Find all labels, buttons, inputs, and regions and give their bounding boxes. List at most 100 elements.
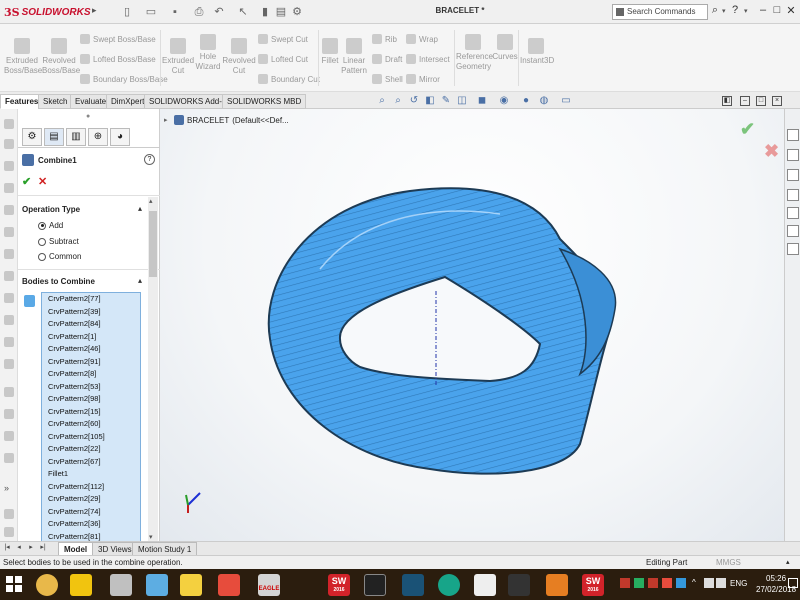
strip-tool-icon[interactable] bbox=[4, 387, 14, 397]
section-view-icon[interactable]: ◧ bbox=[424, 95, 436, 107]
tree-expand-icon[interactable]: ▸ bbox=[164, 116, 168, 124]
strip-tool-icon[interactable] bbox=[4, 271, 14, 281]
solidworks-resources-icon[interactable] bbox=[787, 129, 799, 141]
list-item[interactable]: Fillet1 bbox=[42, 468, 140, 481]
cancel-button[interactable]: ✕ bbox=[38, 175, 47, 188]
tab-dimxpert[interactable]: DimXpert bbox=[106, 94, 150, 109]
list-item[interactable]: CrvPattern2[22] bbox=[42, 443, 140, 456]
apply-scene-icon[interactable]: ◍ bbox=[538, 95, 550, 107]
confirm-cancel-icon[interactable]: ✖ bbox=[764, 141, 779, 162]
tray-icon[interactable] bbox=[648, 578, 658, 588]
tray-icon[interactable] bbox=[634, 578, 644, 588]
bracelet-model[interactable] bbox=[160, 109, 784, 541]
revolved-boss-base-button[interactable]: Revolved Boss/Base bbox=[42, 38, 80, 76]
zoom-to-area-icon[interactable]: ⌕ bbox=[392, 95, 404, 107]
strip-tool-icon[interactable] bbox=[4, 337, 14, 347]
boundary-cut-button[interactable]: Boundary Cut bbox=[258, 74, 320, 85]
list-item[interactable]: CrvPattern2[84] bbox=[42, 318, 140, 331]
list-item[interactable]: CrvPattern2[53] bbox=[42, 381, 140, 394]
arduino-icon[interactable] bbox=[438, 574, 460, 596]
dynamic-annotation-icon[interactable]: ✎ bbox=[440, 95, 452, 107]
radio-add[interactable]: Add bbox=[38, 221, 63, 230]
view-palette-icon[interactable] bbox=[787, 189, 799, 201]
strip-tool-icon[interactable] bbox=[4, 453, 14, 463]
list-item[interactable]: CrvPattern2[105] bbox=[42, 431, 140, 444]
list-item[interactable]: CrvPattern2[77] bbox=[42, 293, 140, 306]
tray-icon[interactable] bbox=[676, 578, 686, 588]
appearances-icon[interactable] bbox=[787, 207, 799, 219]
swept-boss-base-button[interactable]: Swept Boss/Base bbox=[80, 34, 156, 45]
strip-expand-icon[interactable]: » bbox=[4, 483, 14, 493]
strip-tool-icon[interactable] bbox=[4, 509, 14, 519]
boundary-boss-base-button[interactable]: Boundary Boss/Base bbox=[80, 74, 168, 85]
display-style-icon[interactable]: ◼ bbox=[476, 95, 488, 107]
panel-minimize-icon[interactable]: – bbox=[740, 96, 750, 106]
app-icon[interactable] bbox=[508, 574, 530, 596]
swept-cut-button[interactable]: Swept Cut bbox=[258, 34, 308, 45]
design-library-icon[interactable] bbox=[787, 149, 799, 161]
help-icon[interactable]: ? bbox=[732, 4, 744, 20]
view-settings-icon[interactable]: ▭ bbox=[560, 95, 572, 107]
eagle-icon[interactable]: EAGLE bbox=[258, 574, 280, 596]
scrollbar-thumb[interactable] bbox=[149, 211, 157, 277]
chrome-icon[interactable] bbox=[36, 574, 58, 596]
lofted-boss-base-button[interactable]: Lofted Boss/Base bbox=[80, 54, 156, 65]
tab-evaluate[interactable]: Evaluate bbox=[70, 94, 112, 109]
intersect-button[interactable]: Intersect bbox=[406, 54, 450, 65]
strip-tool-icon[interactable] bbox=[4, 161, 14, 171]
list-item[interactable]: CrvPattern2[91] bbox=[42, 356, 140, 369]
input-language[interactable]: ENG bbox=[730, 579, 747, 588]
mirror-button[interactable]: Mirror bbox=[406, 74, 440, 85]
list-item[interactable]: CrvPattern2[74] bbox=[42, 506, 140, 519]
scroll-down-icon[interactable]: ▾ bbox=[149, 533, 153, 541]
tab-3d-views[interactable]: 3D Views bbox=[92, 542, 138, 556]
close-button[interactable]: ✕ bbox=[784, 4, 798, 20]
strip-tool-icon[interactable] bbox=[4, 227, 14, 237]
dimxpert-manager-icon[interactable]: ⊕ bbox=[88, 128, 108, 146]
confirm-ok-icon[interactable]: ✔ bbox=[740, 119, 755, 140]
edit-appearance-icon[interactable]: ● bbox=[520, 95, 532, 107]
revolved-cut-button[interactable]: Revolved Cut bbox=[222, 38, 256, 76]
network-icon[interactable] bbox=[704, 578, 714, 588]
list-item[interactable]: CrvPattern2[8] bbox=[42, 368, 140, 381]
wrap-button[interactable]: Wrap bbox=[406, 34, 438, 45]
instant3d-button[interactable]: Instant3D bbox=[520, 38, 554, 66]
draft-button[interactable]: Draft bbox=[372, 54, 402, 65]
windows-start-icon[interactable] bbox=[6, 576, 22, 592]
list-item[interactable]: CrvPattern2[15] bbox=[42, 406, 140, 419]
strip-tool-icon[interactable] bbox=[4, 139, 14, 149]
prev-tab-icon[interactable]: ◂ bbox=[14, 543, 24, 554]
strip-tool-icon[interactable] bbox=[4, 119, 14, 129]
media-player-icon[interactable] bbox=[546, 574, 568, 596]
inkscape-icon[interactable] bbox=[364, 574, 386, 596]
radio-subtract[interactable]: Subtract bbox=[38, 237, 79, 246]
list-item[interactable]: CrvPattern2[67] bbox=[42, 456, 140, 469]
first-tab-icon[interactable]: |◂ bbox=[2, 543, 12, 554]
strip-tool-icon[interactable] bbox=[4, 527, 14, 537]
panel-restore-icon[interactable]: ◧ bbox=[722, 96, 732, 106]
reference-geometry-button[interactable]: Reference Geometry bbox=[456, 34, 493, 72]
list-item[interactable]: CrvPattern2[112] bbox=[42, 481, 140, 494]
search-dropdown-icon[interactable]: ▾ bbox=[722, 7, 726, 15]
tab-sketch[interactable]: Sketch bbox=[38, 94, 73, 109]
bodies-to-combine-title[interactable]: Bodies to Combine bbox=[22, 277, 95, 286]
panel-close-icon[interactable]: × bbox=[772, 96, 782, 106]
panel-maximize-icon[interactable]: □ bbox=[756, 96, 766, 106]
strip-tool-icon[interactable] bbox=[4, 431, 14, 441]
unit-system[interactable]: MMGS bbox=[716, 558, 741, 567]
flyout-feature-tree[interactable]: BRACELET (Default<<Def... bbox=[174, 115, 289, 125]
list-item[interactable]: CrvPattern2[29] bbox=[42, 493, 140, 506]
search-icon[interactable]: ⌕ bbox=[708, 4, 722, 20]
hole-wizard-button[interactable]: Hole Wizard bbox=[194, 34, 222, 72]
panel-scrollbar[interactable]: ▴ ▾ bbox=[148, 197, 158, 541]
list-item[interactable]: CrvPattern2[1] bbox=[42, 331, 140, 344]
list-item[interactable]: CrvPattern2[36] bbox=[42, 518, 140, 531]
solidworks-taskbar-icon[interactable]: SW 2016 bbox=[328, 574, 350, 596]
linear-pattern-button[interactable]: Linear Pattern bbox=[340, 38, 368, 76]
configuration-manager-icon[interactable]: ▥ bbox=[66, 128, 86, 146]
extruded-boss-base-button[interactable]: Extruded Boss/Base bbox=[4, 38, 42, 76]
strip-tool-icon[interactable] bbox=[4, 249, 14, 259]
panel-drag-handle[interactable]: ● bbox=[86, 113, 90, 120]
app-icon[interactable] bbox=[402, 574, 424, 596]
strip-tool-icon[interactable] bbox=[4, 293, 14, 303]
